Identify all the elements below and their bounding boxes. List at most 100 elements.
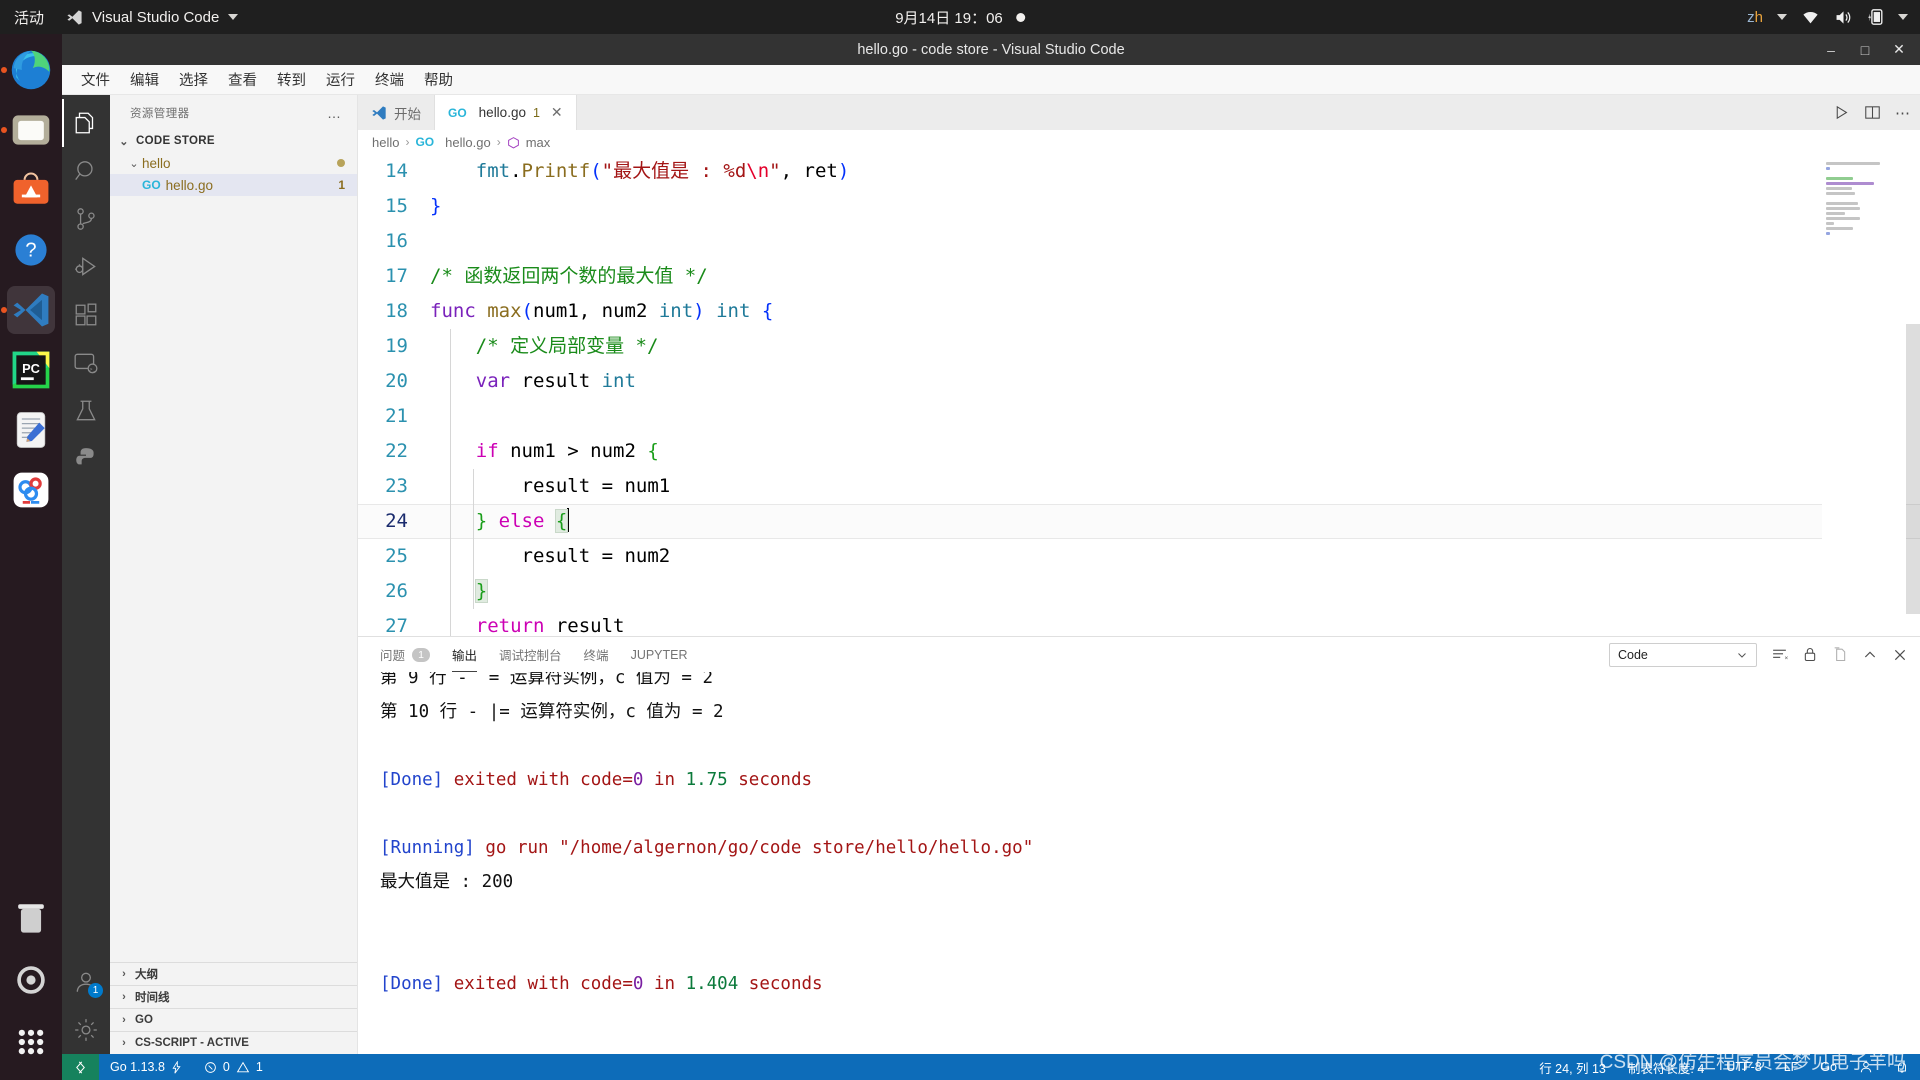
- language-chevron-down-icon[interactable]: [1777, 14, 1787, 20]
- lock-icon[interactable]: [1802, 646, 1818, 663]
- code-line[interactable]: 22 if num1 > num2 {: [358, 434, 1920, 469]
- battery-icon[interactable]: [1867, 8, 1884, 26]
- tab-label: hello.go: [478, 105, 526, 120]
- code-line[interactable]: 14 fmt.Printf("最大值是 : %d\n", ret): [358, 154, 1920, 189]
- system-menu-chevron-down-icon[interactable]: [1898, 14, 1908, 20]
- sidebar-section-timeline[interactable]: › 时间线: [110, 985, 357, 1008]
- input-language-indicator[interactable]: zh: [1747, 9, 1763, 26]
- menu-file[interactable]: 文件: [72, 66, 119, 93]
- panel-tab-terminal[interactable]: 终端: [584, 637, 609, 672]
- close-panel-icon[interactable]: [1892, 647, 1908, 663]
- tree-item-hello-folder[interactable]: ⌄ hello: [110, 152, 357, 174]
- status-go-version[interactable]: Go 1.13.8: [99, 1054, 193, 1080]
- panel-tab-jupyter[interactable]: JUPYTER: [631, 637, 688, 672]
- code-line[interactable]: 21: [358, 399, 1920, 434]
- activity-remote-explorer[interactable]: >_: [62, 339, 110, 387]
- run-icon[interactable]: [1833, 104, 1850, 121]
- panel-tab-debug-console[interactable]: 调试控制台: [499, 637, 562, 672]
- dock-item-trash[interactable]: [7, 894, 55, 942]
- maximize-button[interactable]: □: [1848, 34, 1882, 65]
- sidebar-section-outline[interactable]: › 大纲: [110, 962, 357, 985]
- breadcrumb-item-file[interactable]: hello.go: [445, 135, 491, 150]
- app-menu-button[interactable]: Visual Studio Code: [60, 9, 244, 26]
- output-content[interactable]: 第 9 行 - = 运算符实例，c 值为 = 2 第 10 行 - |= 运算符实…: [358, 672, 1920, 1054]
- panel-tab-output[interactable]: 输出: [452, 637, 478, 672]
- sidebar-section-cs-script[interactable]: › CS-SCRIPT - ACTIVE: [110, 1031, 357, 1054]
- volume-icon[interactable]: [1834, 9, 1853, 26]
- menu-help[interactable]: 帮助: [415, 66, 462, 93]
- dock-item-baidu-netdisk[interactable]: [7, 466, 55, 514]
- code-line[interactable]: 19 /* 定义局部变量 */: [358, 329, 1920, 364]
- activity-search[interactable]: [62, 147, 110, 195]
- status-cursor-position[interactable]: 行 24, 列 13: [1528, 1054, 1617, 1080]
- close-button[interactable]: ✕: [1882, 34, 1916, 65]
- status-encoding[interactable]: UTF-8: [1715, 1054, 1772, 1080]
- dock-item-microsoft-edge[interactable]: [1, 46, 55, 94]
- editor-vertical-scrollbar[interactable]: [1906, 154, 1920, 636]
- status-remote-button[interactable]: [62, 1054, 99, 1080]
- scrollbar-thumb[interactable]: [1906, 324, 1920, 614]
- minimap[interactable]: [1822, 154, 1906, 636]
- status-notifications-icon[interactable]: [1884, 1054, 1920, 1080]
- tree-item-hello-go[interactable]: GO hello.go 1: [110, 174, 357, 196]
- menu-selection[interactable]: 选择: [170, 66, 217, 93]
- open-in-editor-icon[interactable]: [1832, 646, 1848, 663]
- status-problems[interactable]: 0 1: [193, 1054, 274, 1080]
- close-icon[interactable]: ✕: [551, 104, 563, 121]
- code-line[interactable]: 26 }: [358, 574, 1920, 609]
- code-line[interactable]: 18 func max(num1, num2 int) int {: [358, 294, 1920, 329]
- dock-item-files[interactable]: [1, 106, 55, 154]
- dock-item-visual-studio-code[interactable]: [1, 286, 55, 334]
- code-line[interactable]: 15}: [358, 189, 1920, 224]
- code-line[interactable]: 23 result = num1: [358, 469, 1920, 504]
- wifi-icon[interactable]: [1801, 9, 1820, 25]
- activity-explorer[interactable]: [62, 99, 110, 147]
- tab-hello-go[interactable]: GO hello.go 1 ✕: [435, 95, 577, 130]
- dock-item-pycharm[interactable]: PC: [7, 346, 55, 394]
- dock-item-ubuntu-software[interactable]: [7, 166, 55, 214]
- code-line[interactable]: 20 var result int: [358, 364, 1920, 399]
- activity-testing[interactable]: [62, 387, 110, 435]
- sidebar-section-go[interactable]: › GO: [110, 1008, 357, 1031]
- activity-source-control[interactable]: [62, 195, 110, 243]
- activity-python[interactable]: [62, 435, 110, 483]
- dock-item-help[interactable]: ?: [7, 226, 55, 274]
- dock-item-show-applications[interactable]: [7, 1018, 55, 1066]
- menu-go[interactable]: 转到: [268, 66, 315, 93]
- menu-terminal[interactable]: 终端: [366, 66, 413, 93]
- breadcrumb-item-folder[interactable]: hello: [372, 135, 399, 150]
- menu-edit[interactable]: 编辑: [121, 66, 168, 93]
- status-indentation[interactable]: 制表符长度: 4: [1617, 1054, 1715, 1080]
- code-line[interactable]: 24 } else {: [358, 504, 1920, 539]
- code-line[interactable]: 27 return result: [358, 609, 1920, 636]
- maximize-panel-icon[interactable]: [1862, 647, 1878, 663]
- activities-button[interactable]: 活动: [0, 7, 60, 28]
- more-actions-icon[interactable]: ⋯: [1895, 104, 1912, 122]
- sidebar-section-code-store[interactable]: ⌄ CODE STORE: [110, 130, 357, 152]
- breadcrumb-item-symbol[interactable]: max: [526, 135, 551, 150]
- dock-item-settings[interactable]: [7, 956, 55, 1004]
- status-language-mode[interactable]: Go: [1809, 1054, 1848, 1080]
- panel-tab-problems[interactable]: 问题 1: [380, 637, 431, 672]
- clear-output-icon[interactable]: ×: [1771, 646, 1788, 663]
- code-line[interactable]: 16: [358, 224, 1920, 259]
- code-editor[interactable]: 14 fmt.Printf("最大值是 : %d\n", ret) 15} 16 17…: [358, 154, 1920, 636]
- more-actions-icon[interactable]: …: [327, 105, 343, 121]
- status-eol[interactable]: LF: [1773, 1054, 1810, 1080]
- minimize-button[interactable]: –: [1814, 34, 1848, 65]
- tab-welcome[interactable]: 开始: [358, 95, 435, 130]
- dock-item-text-editor[interactable]: [7, 406, 55, 454]
- code-lines[interactable]: 14 fmt.Printf("最大值是 : %d\n", ret) 15} 16 17…: [358, 154, 1920, 636]
- activity-extensions[interactable]: [62, 291, 110, 339]
- output-channel-select[interactable]: Code: [1609, 642, 1757, 667]
- activity-accounts[interactable]: 1: [62, 958, 110, 1006]
- status-account-icon[interactable]: [1848, 1054, 1884, 1080]
- code-line[interactable]: 25 result = num2: [358, 539, 1920, 574]
- activity-run-and-debug[interactable]: [62, 243, 110, 291]
- menu-view[interactable]: 查看: [219, 66, 266, 93]
- menu-run[interactable]: 运行: [317, 66, 364, 93]
- split-editor-icon[interactable]: [1864, 104, 1881, 121]
- clock[interactable]: 9月14日 19：06: [895, 7, 1025, 28]
- code-line[interactable]: 17 /* 函数返回两个数的最大值 */: [358, 259, 1920, 294]
- activity-settings[interactable]: [62, 1006, 110, 1054]
